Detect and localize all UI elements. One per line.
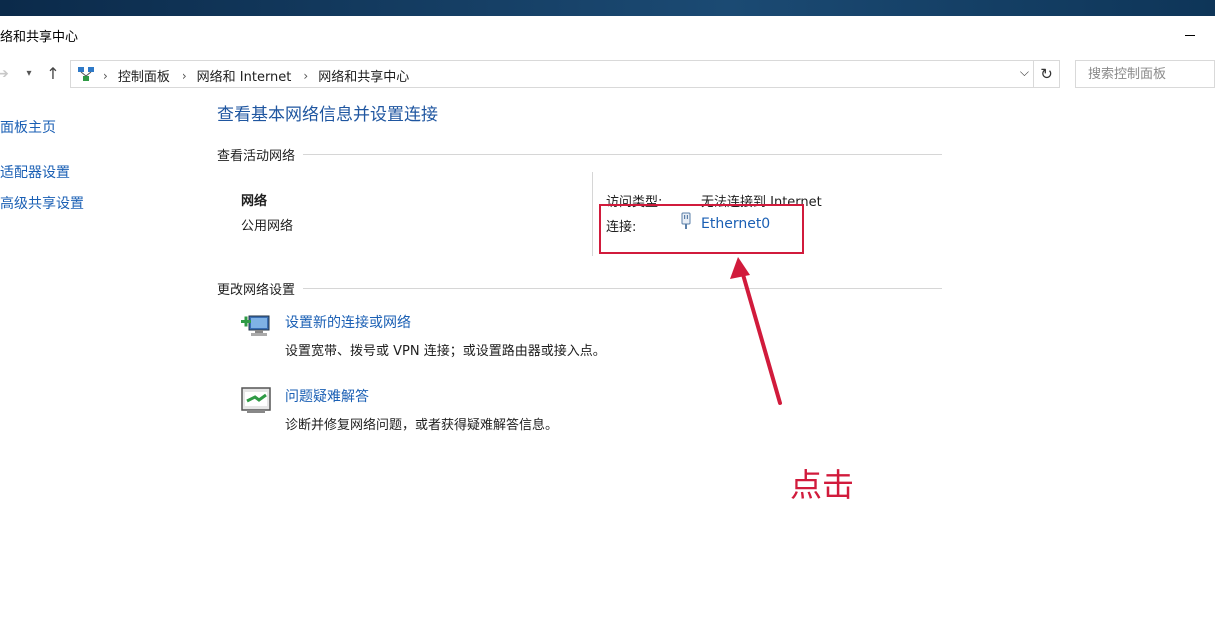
- sidebar-item-change-adapter-settings[interactable]: 改适配器设置: [0, 162, 70, 182]
- window-title: 络和共享中心: [0, 30, 79, 45]
- forward-icon[interactable]: ➔: [0, 64, 12, 84]
- desktop-taskbar-strip: [0, 0, 1215, 16]
- recent-locations-chevron-down-icon[interactable]: ▾: [20, 64, 38, 84]
- address-dropdown-chevron-down-icon[interactable]: ⌵: [1020, 65, 1029, 80]
- window-titlebar: 络和共享中心: [0, 16, 1215, 54]
- search-box[interactable]: [1075, 60, 1215, 88]
- refresh-icon[interactable]: ↻: [1033, 61, 1059, 87]
- setup-new-connection-description: 设置宽带、拨号或 VPN 连接；或设置路由器或接入点。: [285, 344, 606, 359]
- control-panel-network-icon: [78, 67, 94, 81]
- troubleshoot-problems-link[interactable]: 问题疑难解答: [285, 386, 369, 406]
- breadcrumb-separator-icon[interactable]: ›: [182, 69, 187, 83]
- annotation-highlight-box: [599, 204, 804, 254]
- sidebar-item-change-advanced-sharing[interactable]: 改高级共享设置: [0, 193, 84, 213]
- breadcrumb-separator-icon[interactable]: ›: [303, 69, 308, 83]
- sidebar-item-control-panel-home[interactable]: 制面板主页: [0, 117, 56, 137]
- change-settings-label: 更改网络设置: [217, 283, 296, 298]
- section-divider: [303, 288, 942, 289]
- search-input[interactable]: [1076, 61, 1214, 87]
- breadcrumb-separator-icon[interactable]: ›: [103, 69, 108, 83]
- breadcrumb-network-sharing-center[interactable]: 网络和共享中心: [318, 66, 409, 85]
- breadcrumb: › 控制面板 › 网络和 Internet › 网络和共享中心: [103, 66, 421, 86]
- troubleshoot-problems-description: 诊断并修复网络问题，或者获得疑难解答信息。: [285, 418, 559, 433]
- up-arrow-icon[interactable]: ↑: [44, 64, 62, 84]
- breadcrumb-network-internet[interactable]: 网络和 Internet: [197, 66, 292, 85]
- minimize-button[interactable]: [1185, 28, 1197, 40]
- setup-new-connection-link[interactable]: 设置新的连接或网络: [285, 312, 411, 332]
- troubleshoot-icon: [241, 387, 271, 413]
- vertical-divider: [592, 172, 593, 256]
- network-category: 公用网络: [241, 219, 294, 234]
- network-name: 网络: [241, 194, 268, 209]
- section-divider: [303, 154, 942, 155]
- annotation-click-label: 点击: [790, 466, 855, 504]
- breadcrumb-control-panel[interactable]: 控制面板: [118, 66, 170, 85]
- page-title: 查看基本网络信息并设置连接: [217, 105, 438, 125]
- address-bar[interactable]: › 控制面板 › 网络和 Internet › 网络和共享中心 ⌵ ↻: [70, 60, 1060, 88]
- change-settings-header: 更改网络设置: [217, 279, 942, 298]
- active-networks-header: 查看活动网络: [217, 145, 942, 164]
- active-networks-label: 查看活动网络: [217, 149, 296, 164]
- new-connection-icon: [241, 315, 270, 336]
- navigation-bar: ➔ ▾ ↑ › 控制面板 › 网络和 Internet › 网络和共享中心 ⌵ …: [0, 58, 1215, 90]
- annotation-arrow-icon: [730, 257, 782, 405]
